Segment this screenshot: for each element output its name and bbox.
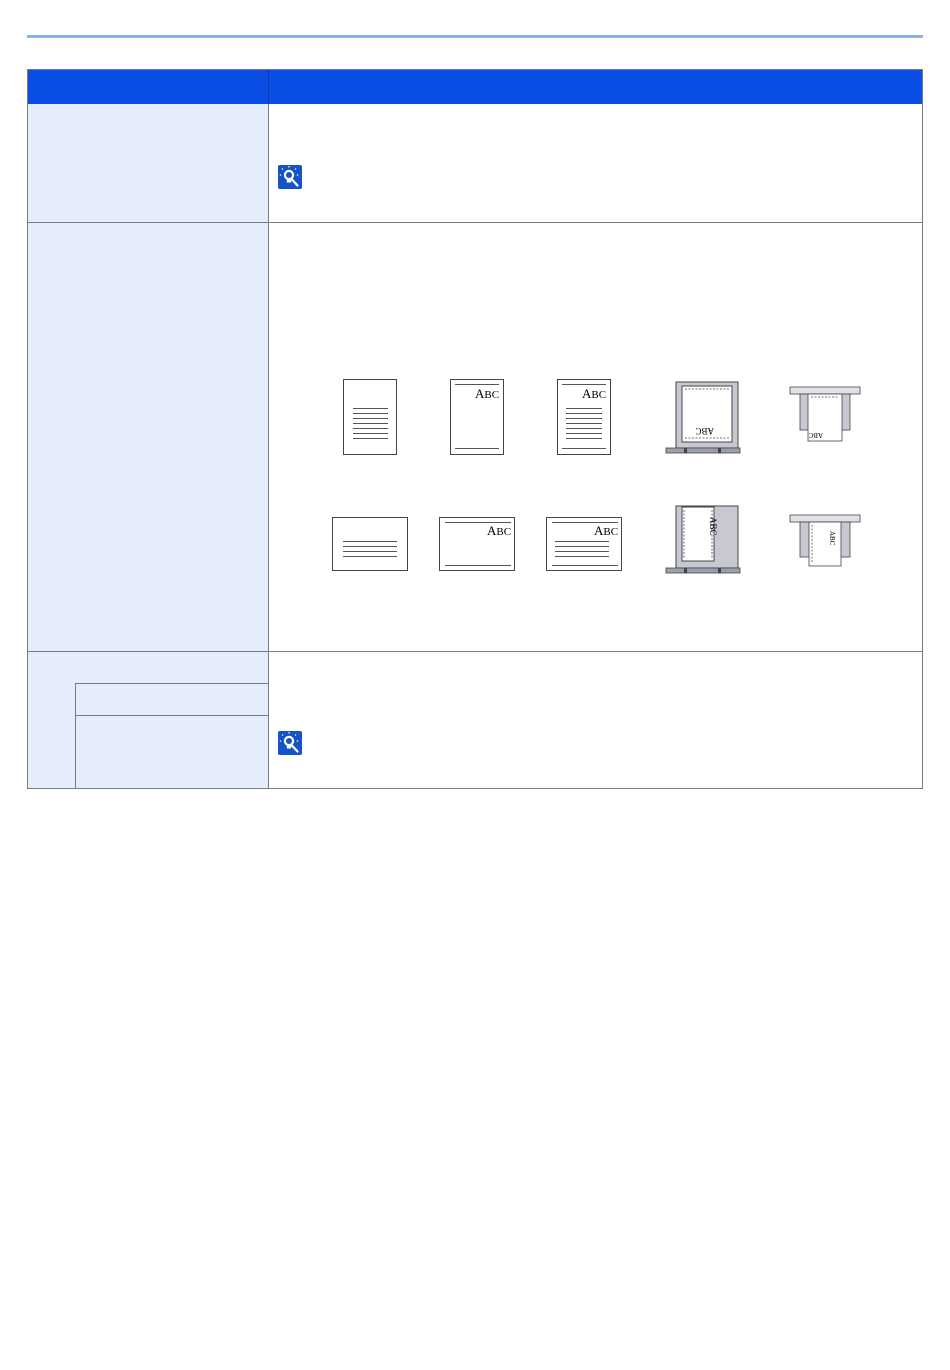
row-1-label-cell (28, 104, 268, 222)
abc-label: ABC (828, 531, 836, 546)
hint-lightbulb-icon (278, 165, 302, 189)
abc-label: ABC (487, 523, 512, 538)
abc-label: ABC (475, 386, 500, 401)
landscape-abc-text: ABC (546, 517, 622, 571)
portrait-plain-document (343, 379, 397, 455)
abc-label: ABC (808, 431, 823, 439)
abc-label: ABC (695, 426, 714, 436)
row-2-label-cell (28, 223, 268, 651)
portrait-platen-placement: ABC (665, 381, 741, 454)
landscape-feeder-placement: ABC (789, 514, 861, 567)
landscape-platen-placement: ABC (665, 505, 741, 574)
portrait-feeder-placement: ABC (789, 386, 861, 442)
row-divider (28, 222, 922, 223)
landscape-abc-blank: ABC (439, 517, 515, 571)
top-rule (27, 35, 923, 38)
row-divider (28, 651, 922, 652)
sub-divider-vertical (75, 683, 76, 788)
sub-divider (75, 683, 268, 684)
row-3-label-cell (28, 652, 268, 788)
abc-label: ABC (594, 523, 619, 538)
table-header (28, 70, 922, 104)
column-divider (268, 104, 269, 788)
portrait-abc-text: ABC (557, 379, 611, 455)
header-divider (268, 70, 269, 104)
abc-label: ABC (582, 386, 607, 401)
settings-table: ABC ABC ABC ABC ABC ABC ABC ABC (27, 69, 923, 789)
portrait-abc-blank: ABC (450, 379, 504, 455)
sub-divider (75, 715, 268, 716)
landscape-plain-document (332, 517, 408, 571)
hint-lightbulb-icon (278, 731, 302, 755)
abc-label: ABC (708, 517, 718, 536)
